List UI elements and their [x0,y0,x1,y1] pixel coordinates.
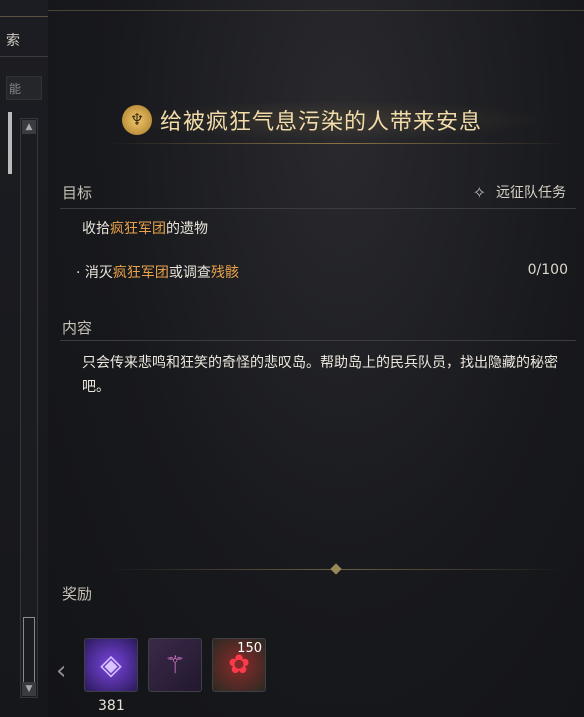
objective-sub: · 消灭疯狂军团或调查残骸 [76,262,239,282]
rewards-section-label: 奖励 [62,585,93,603]
left-panel: 索 能 ▲ ▼ [0,0,160,717]
left-tab-label[interactable]: 索 [6,30,20,50]
reward-count: 381 [98,698,125,714]
reward-item[interactable]: ✿ 150 [212,638,266,692]
title-underline [108,143,568,144]
objective-sub-prefix: 消灭 [84,265,113,281]
scroll-thumb[interactable] [23,617,35,687]
objective-divider [60,208,576,209]
divider-diamond-icon [330,563,342,575]
quest-header: ♆ 给被疯狂气息污染的人带来安息 [122,100,482,140]
reward-item[interactable]: ◈ [84,638,138,692]
reward-item[interactable]: ⚚ [148,638,202,692]
rewards-prev-arrow-icon[interactable]: ‹ [56,656,66,686]
objective-main-suffix: 的遗物 [166,221,208,237]
objective-main-prefix: 收拾 [82,221,110,237]
objective-section-label: 目标 [62,184,93,202]
content-section-label: 内容 [62,319,93,337]
scroll-down-icon[interactable]: ▼ [22,682,36,696]
left-filter-box[interactable]: 能 [6,76,42,100]
bullet: · [76,265,81,281]
selected-indicator [8,112,12,174]
quest-emblem-icon: ♆ [122,105,152,135]
quest-detail-panel: ♆ 给被疯狂气息污染的人带来安息 目标 ✧ 远征队任务 收拾疯狂军团的遗物 · … [48,0,584,717]
objective-progress: 0/100 [527,262,568,278]
expedition-star-icon: ✧ [472,182,486,202]
quest-description: 只会传来悲鸣和狂笑的奇怪的悲叹岛。帮助岛上的民兵队员，找出隐藏的秘密吧。 [82,355,558,395]
scroll-up-icon[interactable]: ▲ [22,120,36,134]
quest-type-label: 远征队任务 [496,185,566,201]
objective-sub-highlight: 疯狂军团 [112,265,169,281]
reward-count: 150 [237,641,262,656]
objective-main-highlight: 疯狂军团 [110,221,166,237]
quest-title: 给被疯狂气息污染的人带来安息 [160,110,483,135]
objective-sub-mid: 或调查 [168,265,211,281]
top-border [48,10,584,11]
content-divider [60,340,576,341]
rose-staff-icon: ⚚ [164,651,186,679]
objective-main: 收拾疯狂军团的遗物 [82,218,208,238]
scrollbar[interactable]: ▲ ▼ [20,118,38,698]
quest-type: ✧ 远征队任务 [473,182,566,202]
purple-crystal-icon: ◈ [100,648,122,681]
objective-sub-highlight2: 残骸 [210,265,239,281]
